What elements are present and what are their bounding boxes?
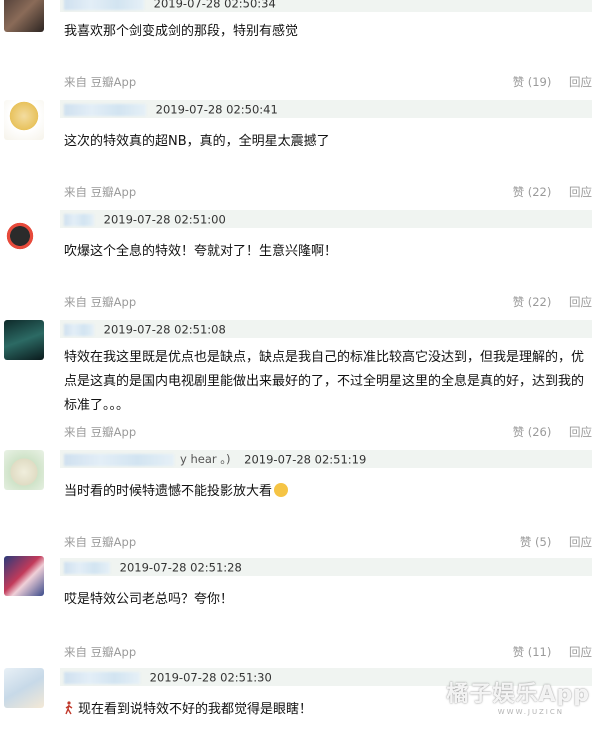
comment-header: 2019-07-28 02:51:08 — [60, 320, 592, 338]
like-button[interactable]: 赞 (22) — [513, 185, 552, 199]
username-blurred[interactable] — [64, 671, 140, 684]
comment-text-body: 当时看的时候特遗憾不能投影放大看 — [64, 484, 273, 499]
username-blurred[interactable] — [64, 213, 94, 226]
like-button[interactable]: 赞 (5) — [520, 535, 551, 549]
username-blurred[interactable] — [64, 103, 146, 116]
comment-header: 2019-07-28 02:50:34 — [60, 0, 592, 12]
comment-footer: 来自 豆瓣App 赞 (11) 回应 — [64, 644, 592, 660]
comment-text-body: 现在看到说特效不好的我都觉得是眼瞎！ — [78, 702, 313, 717]
source-label: 来自 豆瓣App — [64, 425, 137, 439]
watermark-logo: 橘子娱乐App — [446, 682, 590, 707]
reply-button[interactable]: 回应 — [569, 535, 592, 549]
timestamp: 2019-07-28 02:50:34 — [153, 0, 276, 11]
comment-text: 哎是特效公司老总吗？夸你！ — [64, 592, 234, 607]
walking-person-icon — [65, 701, 73, 715]
like-button[interactable]: 赞 (11) — [513, 645, 552, 659]
comment-text: 当时看的时候特遗憾不能投影放大看 — [64, 480, 586, 504]
comment-header: 2019-07-28 02:50:41 — [60, 100, 592, 118]
timestamp: 2019-07-28 02:51:30 — [149, 670, 272, 685]
reply-button[interactable]: 回应 — [569, 75, 592, 89]
watermark-subtext: WWW.JUZICN — [497, 708, 564, 716]
reply-button[interactable]: 回应 — [569, 295, 592, 309]
avatar[interactable] — [4, 320, 44, 360]
source-label: 来自 豆瓣App — [64, 185, 137, 199]
avatar[interactable] — [4, 556, 44, 596]
reply-button[interactable]: 回应 — [569, 185, 592, 199]
avatar[interactable] — [4, 214, 44, 254]
like-button[interactable]: 赞 (26) — [513, 425, 552, 439]
avatar[interactable] — [4, 450, 44, 490]
username-partial[interactable]: y hear 。) — [180, 452, 231, 466]
timestamp: 2019-07-28 02:50:41 — [155, 102, 278, 117]
timestamp: 2019-07-28 02:51:00 — [103, 212, 226, 227]
comment-header: 2019-07-28 02:51:28 — [60, 558, 592, 576]
like-button[interactable]: 赞 (22) — [513, 295, 552, 309]
like-button[interactable]: 赞 (19) — [513, 75, 552, 89]
avatar[interactable] — [4, 0, 44, 32]
timestamp: 2019-07-28 02:51:19 — [244, 452, 367, 467]
reply-button[interactable]: 回应 — [569, 425, 592, 439]
reply-button[interactable]: 回应 — [569, 645, 592, 659]
source-label: 来自 豆瓣App — [64, 295, 137, 309]
timestamp: 2019-07-28 02:51:08 — [103, 322, 226, 337]
comment-header: 2019-07-28 02:51:00 — [60, 210, 592, 228]
source-label: 来自 豆瓣App — [64, 535, 137, 549]
avatar[interactable] — [4, 100, 44, 140]
source-label: 来自 豆瓣App — [64, 75, 137, 89]
comment-text: 这次的特效真的超NB，真的，全明星太震撼了 — [64, 134, 330, 149]
timestamp: 2019-07-28 02:51:28 — [119, 560, 242, 575]
comment-text: 特效在我这里既是优点也是缺点，缺点是我自己的标准比较高它没达到，但我是理解的，优… — [64, 350, 585, 413]
sad-face-emoji-icon — [274, 483, 289, 497]
avatar[interactable] — [4, 668, 44, 708]
comment-footer: 来自 豆瓣App 赞 (22) 回应 — [64, 294, 592, 310]
source-label: 来自 豆瓣App — [64, 645, 137, 659]
comment-footer: 来自 豆瓣App 赞 (26) 回应 — [64, 424, 592, 440]
comment-text: 我喜欢那个剑变成剑的那段，特别有感觉 — [64, 24, 299, 39]
comment-footer: 来自 豆瓣App 赞 (5) 回应 — [64, 534, 592, 550]
username-blurred[interactable] — [64, 0, 144, 10]
username-blurred[interactable] — [64, 453, 174, 466]
comment-header: y hear 。) 2019-07-28 02:51:19 — [60, 450, 592, 468]
username-blurred[interactable] — [64, 323, 94, 336]
comment-footer: 来自 豆瓣App 赞 (22) 回应 — [64, 184, 592, 200]
username-blurred[interactable] — [64, 561, 110, 574]
comment-text: 吹爆这个全息的特效！夸就对了！生意兴隆啊！ — [64, 244, 338, 259]
comment-footer: 来自 豆瓣App 赞 (19) 回应 — [64, 74, 592, 90]
